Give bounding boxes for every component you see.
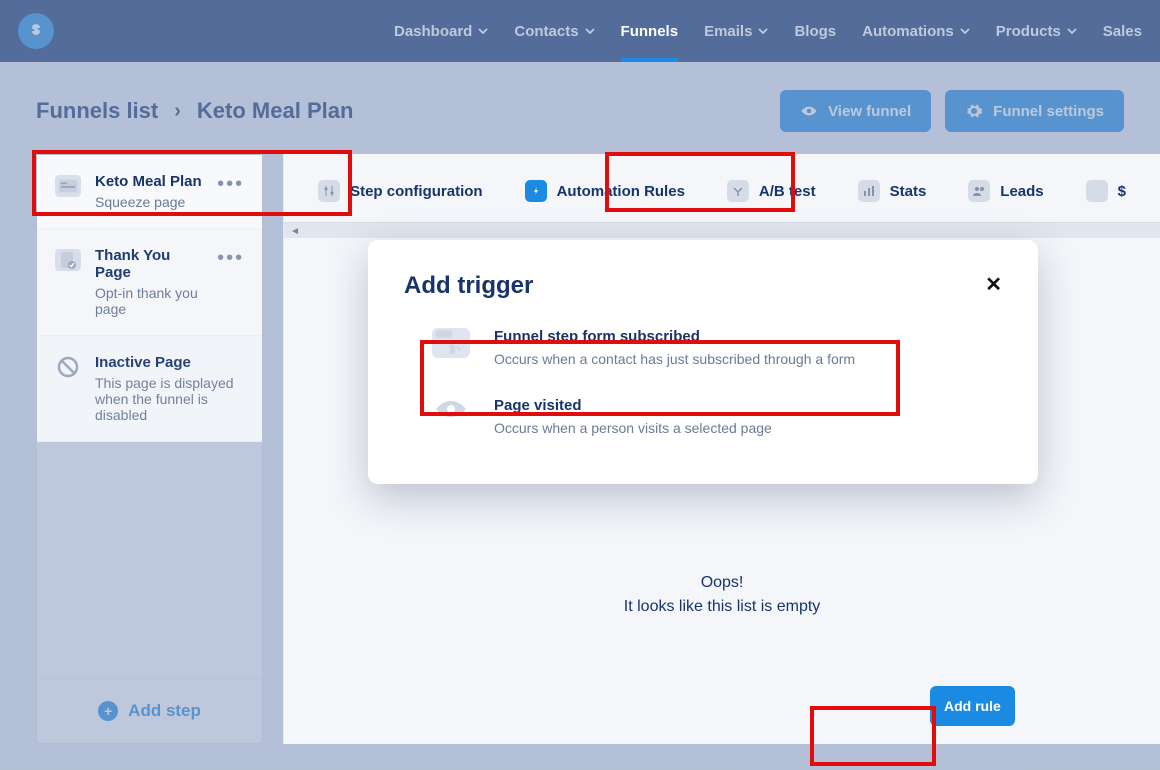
content-tabs: Step configuration Automation Rules A/B … [284,154,1160,222]
sidebar-item-subtitle: Opt-in thank you page [95,285,203,317]
disabled-icon [55,356,81,378]
nav-funnels[interactable]: Funnels [621,23,679,40]
nav-products[interactable]: Products [996,23,1077,40]
trigger-subtitle: Occurs when a contact has just subscribe… [494,351,855,367]
chevron-down-icon [758,26,768,36]
eye-icon [432,397,470,427]
modal-title: Add trigger [404,272,533,300]
chevron-down-icon [478,26,488,36]
bar-chart-icon [858,180,880,202]
scroll-left-icon[interactable]: ◄ [288,223,302,239]
add-trigger-modal: Add trigger ✕ Funnel step form subscribe… [368,240,1038,484]
nav-contacts[interactable]: Contacts [514,23,594,40]
trigger-option-page-visited[interactable]: Page visited Occurs when a person visits… [432,397,1002,436]
chevron-down-icon [960,26,970,36]
tab-step-configuration[interactable]: Step configuration [302,170,499,212]
sidebar-item-inactive[interactable]: Inactive Page This page is displayed whe… [37,336,262,442]
sidebar-item-subtitle: Squeeze page [95,194,203,210]
nav-sales[interactable]: Sales [1103,23,1142,40]
sidebar-item-subtitle: This page is displayed when the funnel i… [95,375,244,423]
chevron-down-icon [1067,26,1077,36]
tab-stats[interactable]: Stats [842,170,943,212]
dollar-icon [1086,180,1108,202]
nav-blogs[interactable]: Blogs [794,23,836,40]
trigger-title: Page visited [494,397,772,414]
nav-emails[interactable]: Emails [704,23,768,40]
add-rule-button[interactable]: Add rule [930,686,1015,726]
sidebar-item-step-2[interactable]: Thank You Page Opt-in thank you page ••• [37,229,262,336]
sidebar-item-title: Thank You Page [95,247,203,281]
close-icon[interactable]: ✕ [985,272,1002,297]
nav-automations[interactable]: Automations [862,23,970,40]
split-icon [727,180,749,202]
trigger-subtitle: Occurs when a person visits a selected p… [494,420,772,436]
bolt-circle-icon [525,180,547,202]
page-icon [55,175,81,197]
tab-sales[interactable]: $ [1070,170,1142,212]
users-icon [968,180,990,202]
kebab-menu-icon[interactable]: ••• [217,247,244,270]
trigger-title: Funnel step form subscribed [494,328,855,345]
kebab-menu-icon[interactable]: ••• [217,173,244,196]
tab-leads[interactable]: Leads [952,170,1059,212]
tap-icon [432,328,470,358]
chevron-down-icon [585,26,595,36]
sidebar-item-title: Inactive Page [95,354,244,371]
clipboard-check-icon [55,249,81,271]
nav-dashboard[interactable]: Dashboard [394,23,488,40]
empty-state: Oops! It looks like this list is empty [284,574,1160,616]
tab-ab-test[interactable]: A/B test [711,170,832,212]
tabs-scrollbar[interactable]: ◄ [284,222,1160,238]
sidebar-item-step-1[interactable]: Keto Meal Plan Squeeze page ••• [37,155,262,229]
sliders-icon [318,180,340,202]
trigger-option-form-subscribed[interactable]: Funnel step form subscribed Occurs when … [432,328,1002,367]
sidebar-item-title: Keto Meal Plan [95,173,203,190]
tab-automation-rules[interactable]: Automation Rules [509,170,701,212]
